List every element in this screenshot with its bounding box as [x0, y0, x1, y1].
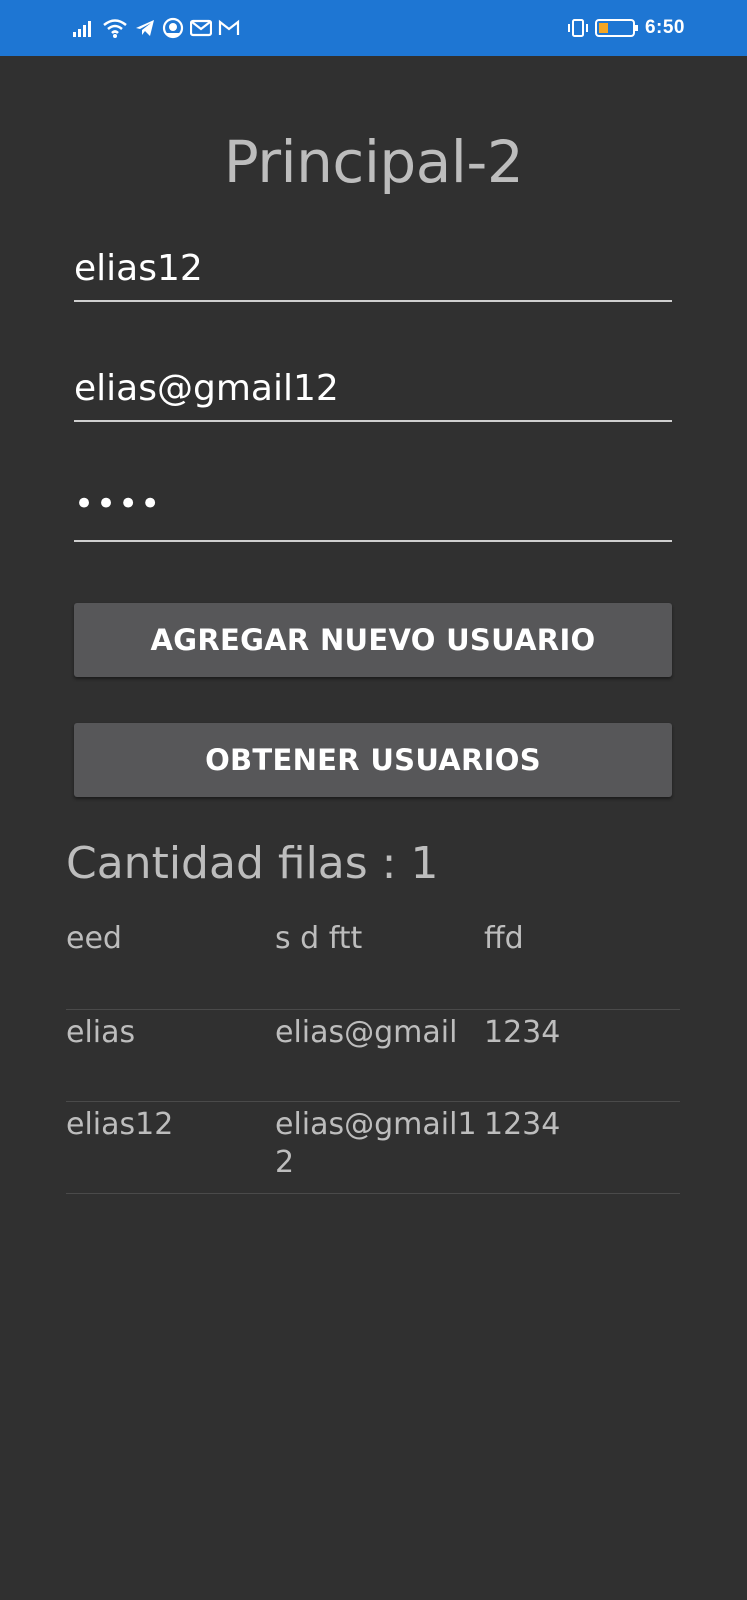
status-bar: 6:50	[0, 0, 747, 56]
table-cell: 1234	[484, 1015, 561, 1050]
app-icon	[162, 17, 184, 39]
gmail-icon	[218, 19, 240, 37]
signal-icon	[72, 18, 96, 38]
status-icons-left	[72, 14, 240, 42]
password-field[interactable]: ••••	[74, 482, 672, 542]
header-cell: eed	[66, 921, 122, 956]
status-time: 6:50	[644, 17, 685, 38]
users-table: eed s d ftt ffd elias elias@gmail 1234 e…	[66, 918, 680, 1194]
mail-icon	[190, 19, 212, 37]
header-cell: ffd	[484, 921, 524, 956]
table-row[interactable]: elias12 elias@gmail12 1234	[66, 1102, 680, 1194]
table-cell: elias12	[66, 1107, 174, 1142]
table-cell: elias	[66, 1015, 136, 1050]
email-field[interactable]: elias@gmail12	[74, 362, 672, 422]
add-user-button[interactable]: AGREGAR NUEVO USUARIO	[74, 603, 672, 677]
app-screen: 6:50 Principal-2 elias12 elias@gmail12 •…	[0, 0, 747, 1600]
telegram-icon	[134, 17, 156, 39]
table-row[interactable]: elias elias@gmail 1234	[66, 1010, 680, 1102]
page-title: Principal-2	[223, 128, 524, 196]
status-icons-right: 6:50	[567, 14, 685, 42]
vibrate-icon	[567, 18, 589, 38]
rows-count-label: Cantidad filas : 1	[66, 838, 439, 889]
wifi-icon	[102, 17, 128, 39]
table-cell: elias@gmail	[275, 1015, 458, 1050]
table-header-row: eed s d ftt ffd	[66, 918, 680, 1010]
table-cell: 1234	[484, 1107, 561, 1142]
header-cell: s d ftt	[275, 921, 363, 956]
username-field[interactable]: elias12	[74, 242, 672, 302]
battery-icon	[594, 17, 639, 39]
get-users-button[interactable]: OBTENER USUARIOS	[74, 723, 672, 797]
table-cell: elias@gmail12	[275, 1107, 477, 1180]
